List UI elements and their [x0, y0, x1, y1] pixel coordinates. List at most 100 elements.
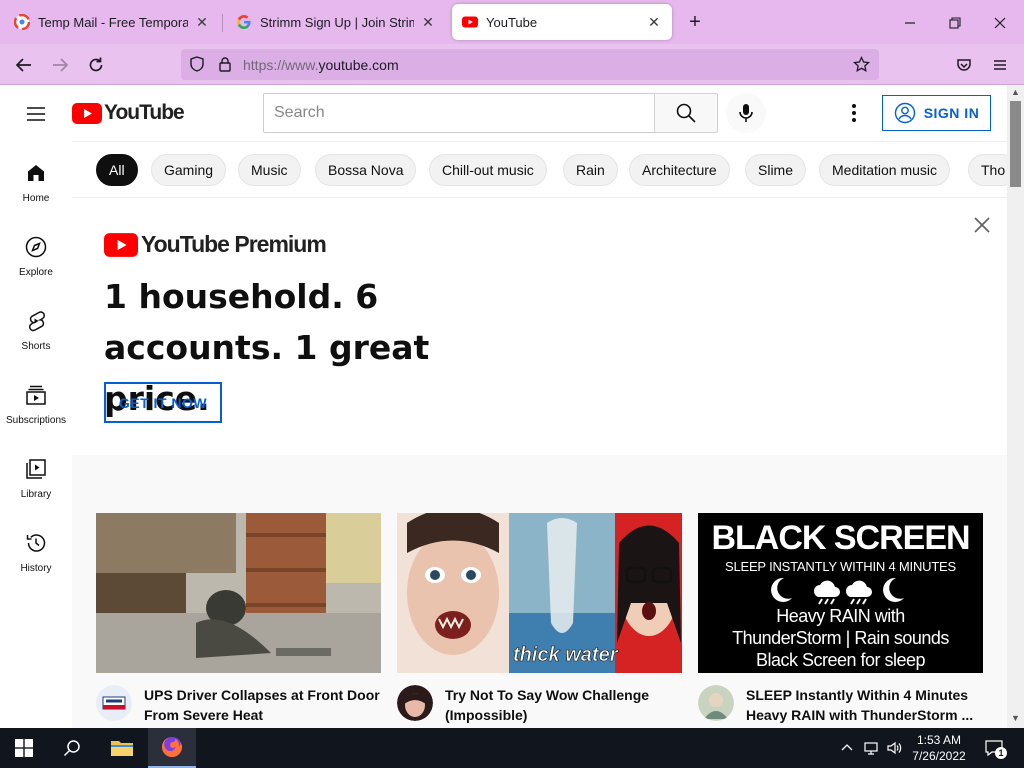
search-button[interactable]: [654, 93, 718, 133]
premium-promo-banner: YouTube Premium 1 household. 6 accounts.…: [72, 199, 1007, 455]
youtube-favicon-icon: [462, 16, 478, 28]
video-title[interactable]: Try Not To Say Wow Challenge (Impossible…: [445, 685, 682, 725]
guide-item-library[interactable]: Library: [0, 437, 72, 511]
chip-overflow[interactable]: Tho: [968, 154, 1007, 186]
system-clock[interactable]: 1:53 AM 7/26/2022: [906, 732, 972, 764]
tab-close-icon[interactable]: ✕: [420, 14, 436, 30]
scroll-down-arrow-icon[interactable]: ▼: [1010, 713, 1021, 725]
video-card[interactable]: thick water Try Not To Say Wow Challenge…: [397, 513, 682, 725]
video-thumbnail[interactable]: BLACK SCREEN SLEEP INSTANTLY WITHIN 4 MI…: [698, 513, 983, 673]
subscriptions-icon: [26, 385, 46, 405]
new-tab-button[interactable]: +: [684, 12, 706, 34]
thumbnail-image: thick water: [397, 513, 682, 673]
minimize-icon[interactable]: [899, 12, 921, 34]
google-favicon-icon: [237, 15, 251, 29]
logo-wordmark: YouTube: [104, 101, 185, 124]
chip-meditation-music[interactable]: Meditation music: [819, 154, 951, 186]
thumb-caption: Heavy RAIN with ThunderStorm | Rain soun…: [698, 605, 983, 671]
tab-close-icon[interactable]: ✕: [194, 14, 210, 30]
dismiss-promo-close-icon[interactable]: [970, 213, 994, 237]
bookmark-star-icon[interactable]: [853, 56, 870, 73]
chip-all[interactable]: All: [96, 154, 138, 186]
shield-icon[interactable]: [189, 56, 205, 72]
browser-tab-bar: Temp Mail - Free Temporary Email ✕ Strim…: [0, 0, 1024, 44]
windows-logo-icon: [15, 739, 33, 757]
reload-icon[interactable]: [84, 53, 108, 77]
thumb-line: ThunderStorm | Rain sounds: [732, 628, 949, 648]
video-thumbnail[interactable]: thick water: [397, 513, 682, 673]
guide-label: Home: [22, 193, 50, 204]
tab-youtube[interactable]: YouTube ✕: [452, 4, 672, 40]
video-card[interactable]: UPS Driver Collapses at Front Door From …: [96, 513, 381, 725]
chip-music[interactable]: Music: [238, 154, 301, 186]
hamburger-menu-icon[interactable]: [24, 102, 48, 126]
guide-item-shorts[interactable]: Shorts: [0, 289, 72, 363]
guide-item-explore[interactable]: Explore: [0, 215, 72, 289]
network-icon[interactable]: [862, 739, 880, 757]
windows-taskbar: 1:53 AM 7/26/2022 1: [0, 728, 1024, 768]
channel-avatar[interactable]: [698, 685, 734, 721]
search-input[interactable]: Search: [263, 93, 655, 133]
youtube-play-logo-icon: [104, 232, 138, 257]
guide-label: Shorts: [21, 341, 51, 352]
video-title[interactable]: SLEEP Instantly Within 4 Minutes Heavy R…: [746, 685, 983, 725]
voice-search-button[interactable]: [726, 93, 766, 133]
file-explorer-button[interactable]: [98, 728, 146, 768]
chip-chill-out-music[interactable]: Chill-out music: [429, 154, 547, 186]
thumbnail-image: [96, 513, 381, 673]
video-card[interactable]: BLACK SCREEN SLEEP INSTANTLY WITHIN 4 MI…: [698, 513, 983, 725]
scrollbar-thumb[interactable]: [1010, 101, 1021, 187]
youtube-play-logo-icon: [72, 102, 102, 124]
history-icon: [26, 534, 46, 552]
volume-icon[interactable]: [885, 739, 903, 757]
settings-more-icon[interactable]: [842, 101, 866, 125]
thumb-heading: BLACK SCREEN: [711, 519, 970, 557]
guide-item-subscriptions[interactable]: Subscriptions: [0, 363, 72, 437]
notifications-icon[interactable]: 1: [984, 739, 1007, 759]
firefox-taskbar-button[interactable]: [148, 728, 196, 768]
guide-label: Subscriptions: [5, 415, 67, 426]
chip-bossa-nova[interactable]: Bossa Nova: [315, 154, 417, 186]
back-arrow-icon[interactable]: [12, 53, 36, 77]
video-title[interactable]: UPS Driver Collapses at Front Door From …: [144, 685, 381, 725]
tab-temp-mail[interactable]: Temp Mail - Free Temporary Email ✕: [4, 4, 220, 40]
thumb-line: Black Screen for sleep: [755, 650, 926, 670]
tab-strimm[interactable]: Strimm Sign Up | Join Strimm ✕: [226, 4, 446, 40]
guide-label: Explore: [19, 267, 53, 278]
chevron-up-icon[interactable]: [838, 739, 856, 757]
chip-architecture[interactable]: Architecture: [629, 154, 730, 186]
sign-in-button[interactable]: SIGN IN: [882, 95, 991, 131]
pocket-icon[interactable]: [952, 53, 976, 77]
video-thumbnail[interactable]: [96, 513, 381, 673]
shorts-icon: [29, 311, 45, 332]
url-text[interactable]: https://www.youtube.com: [243, 57, 399, 73]
tab-title: Temp Mail - Free Temporary Email: [38, 14, 188, 30]
guide-item-home[interactable]: Home: [0, 141, 72, 215]
window-close-icon[interactable]: [989, 12, 1011, 34]
get-it-now-button[interactable]: GET IT NOW: [104, 382, 222, 423]
chip-slime[interactable]: Slime: [745, 154, 807, 186]
channel-avatar-icon: [397, 685, 433, 721]
chip-gaming[interactable]: Gaming: [151, 154, 227, 186]
page-scrollbar[interactable]: ▲ ▼: [1007, 85, 1024, 728]
channel-avatar[interactable]: [397, 685, 433, 721]
browser-nav-bar: https://www.youtube.com: [0, 44, 1024, 85]
filter-chip-bar: All Gaming Music Bossa Nova Chill-out mu…: [72, 141, 1007, 198]
youtube-logo[interactable]: YouTube: [72, 101, 185, 125]
compass-icon: [25, 236, 47, 258]
scroll-up-arrow-icon[interactable]: ▲: [1010, 87, 1021, 99]
app-menu-icon[interactable]: [988, 53, 1012, 77]
tab-title: YouTube: [486, 14, 538, 30]
start-button[interactable]: [0, 728, 48, 768]
restore-icon[interactable]: [944, 12, 966, 34]
tab-close-icon[interactable]: ✕: [646, 14, 662, 30]
guide-item-history[interactable]: History: [0, 511, 72, 585]
premium-wordmark: YouTube Premium: [141, 231, 327, 257]
search-taskbar-button[interactable]: [48, 728, 96, 768]
lock-icon[interactable]: [217, 56, 233, 72]
home-icon: [28, 165, 44, 181]
chip-rain[interactable]: Rain: [563, 154, 618, 186]
forward-arrow-icon[interactable]: [48, 53, 72, 77]
channel-avatar[interactable]: [96, 685, 132, 721]
address-bar[interactable]: https://www.youtube.com: [181, 49, 879, 80]
